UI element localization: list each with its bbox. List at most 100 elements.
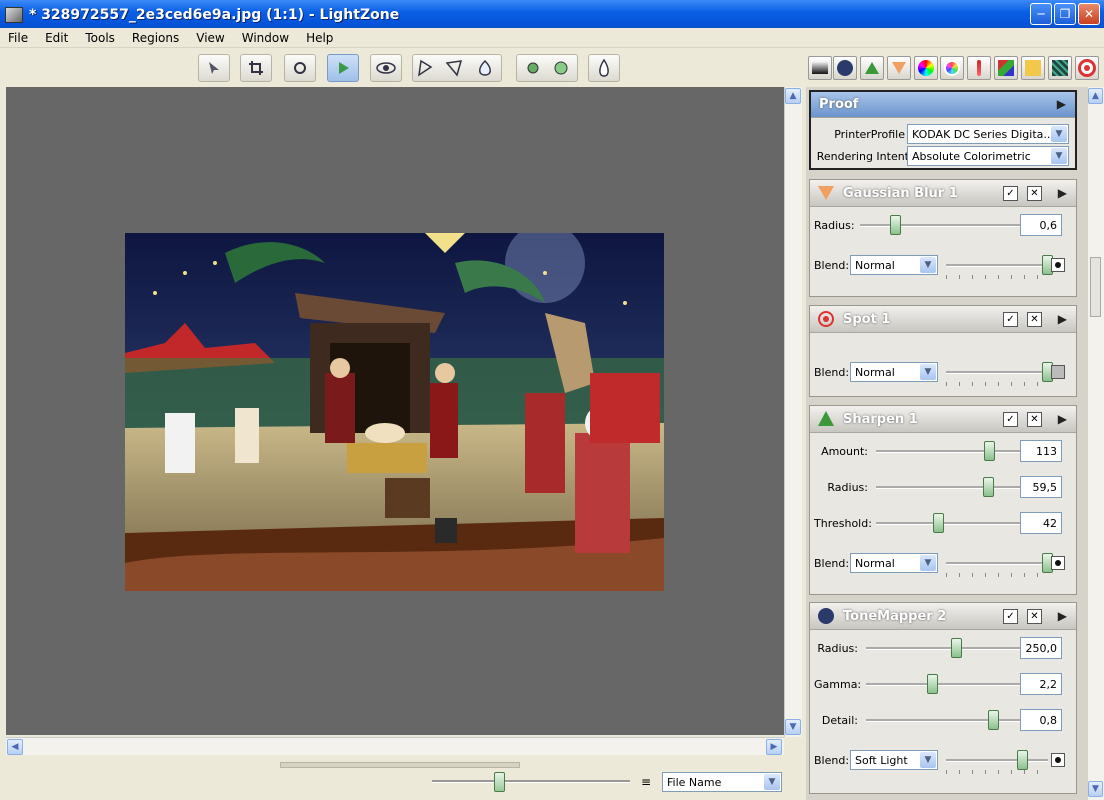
opacity-slider-thumb[interactable]: [1017, 750, 1028, 770]
expand-arrow-icon[interactable]: ▶: [1058, 609, 1067, 623]
zoom-slider-thumb[interactable]: [494, 772, 505, 792]
remove-icon[interactable]: ✕: [1027, 412, 1042, 427]
horizontal-scrollbar[interactable]: ◀ ▶: [6, 737, 784, 755]
expand-arrow-icon[interactable]: ▶: [1058, 186, 1067, 200]
menu-edit[interactable]: Edit: [37, 31, 77, 45]
mask-toggle-icon[interactable]: [1051, 258, 1065, 272]
rendering-intent-select[interactable]: Absolute Colorimetric ▼: [907, 146, 1069, 166]
expand-arrow-icon[interactable]: ▶: [1057, 97, 1066, 111]
expand-arrow-icon[interactable]: ▶: [1058, 312, 1067, 326]
mask-toggle-icon[interactable]: [1051, 365, 1065, 379]
menu-window[interactable]: Window: [234, 31, 298, 45]
mask-toggle-icon[interactable]: [1051, 753, 1065, 767]
menu-regions[interactable]: Regions: [124, 31, 188, 45]
blur-icon[interactable]: [887, 56, 911, 80]
enable-checkbox[interactable]: ✓: [1003, 312, 1018, 327]
printer-profile-select[interactable]: KODAK DC Series Digita... ▼: [907, 124, 1069, 144]
threshold-slider[interactable]: [876, 522, 1022, 525]
tonemapper-header[interactable]: ToneMapper 2 ✓ ✕ ▶: [810, 603, 1076, 630]
proof-header[interactable]: Proof ▶: [811, 92, 1075, 118]
threshold-slider-thumb[interactable]: [933, 513, 944, 533]
sort-select-value: File Name: [667, 776, 722, 789]
scroll-up-icon[interactable]: ▲: [785, 88, 801, 104]
radius-value[interactable]: 59,5: [1020, 476, 1062, 498]
menu-file[interactable]: File: [0, 31, 37, 45]
play-icon[interactable]: [327, 54, 359, 82]
blend-select[interactable]: Normal ▼: [850, 255, 938, 275]
vertical-scrollbar[interactable]: ▲ ▼: [784, 87, 802, 737]
opacity-slider[interactable]: [946, 371, 1048, 374]
enable-checkbox[interactable]: ✓: [1003, 412, 1018, 427]
expand-arrow-icon[interactable]: ▶: [1058, 412, 1067, 426]
detail-slider-thumb[interactable]: [988, 710, 999, 730]
close-button[interactable]: ✕: [1078, 3, 1100, 25]
scroll-up-icon[interactable]: ▲: [1088, 88, 1103, 104]
gaussian-blur-header[interactable]: Gaussian Blur 1 ✓ ✕ ▶: [810, 180, 1076, 207]
gamma-slider-thumb[interactable]: [927, 674, 938, 694]
eye-icon[interactable]: [370, 54, 402, 82]
tone-mapper-icon[interactable]: [833, 56, 857, 80]
opacity-slider[interactable]: [946, 562, 1048, 565]
enable-checkbox[interactable]: ✓: [1003, 186, 1018, 201]
opacity-slider[interactable]: [946, 264, 1048, 267]
scroll-thumb[interactable]: [1090, 257, 1101, 317]
mask-toggle-icon[interactable]: [1051, 556, 1065, 570]
remove-icon[interactable]: ✕: [1027, 186, 1042, 201]
menu-help[interactable]: Help: [298, 31, 342, 45]
menu-tools[interactable]: Tools: [77, 31, 124, 45]
spot-icon[interactable]: [1075, 56, 1099, 80]
detail-value[interactable]: 0,8: [1020, 709, 1062, 731]
radius-value[interactable]: 250,0: [1020, 637, 1062, 659]
spot-header[interactable]: Spot 1 ✓ ✕ ▶: [810, 306, 1076, 333]
restore-button[interactable]: ❐: [1054, 3, 1076, 25]
scroll-down-icon[interactable]: ▼: [785, 719, 801, 735]
region-tools[interactable]: [412, 54, 502, 82]
gamma-value[interactable]: 2,2: [1020, 673, 1062, 695]
temperature-icon[interactable]: [967, 56, 991, 80]
hue-saturation-icon[interactable]: [940, 56, 964, 80]
menu-view[interactable]: View: [188, 31, 233, 45]
zoom-slider-track[interactable]: [432, 780, 630, 783]
photo[interactable]: [125, 233, 664, 591]
blend-select[interactable]: Soft Light ▼: [850, 750, 938, 770]
minimize-button[interactable]: ─: [1030, 3, 1052, 25]
splitter-handle[interactable]: [280, 762, 520, 768]
radius-slider[interactable]: [876, 486, 1022, 489]
rotate-tool-icon[interactable]: [284, 54, 316, 82]
sharpen-icon[interactable]: [860, 56, 884, 80]
radius-slider-thumb[interactable]: [890, 215, 901, 235]
radius-slider-thumb[interactable]: [983, 477, 994, 497]
crop-tool-icon[interactable]: [240, 54, 272, 82]
color-balance-icon[interactable]: [914, 56, 938, 80]
tools-scrollbar[interactable]: ▲ ▼: [1088, 87, 1104, 800]
radius-slider[interactable]: [860, 224, 1022, 227]
amount-value[interactable]: 113: [1020, 440, 1062, 462]
radius-value[interactable]: 0,6: [1020, 214, 1062, 236]
image-canvas[interactable]: [6, 87, 784, 735]
scroll-left-icon[interactable]: ◀: [7, 739, 23, 755]
amount-slider[interactable]: [876, 450, 1022, 453]
scroll-right-icon[interactable]: ▶: [766, 739, 782, 755]
remove-icon[interactable]: ✕: [1027, 312, 1042, 327]
drop-icon[interactable]: [588, 54, 620, 82]
clone-tools[interactable]: [516, 54, 578, 82]
arrow-tool-icon[interactable]: [198, 54, 230, 82]
scroll-down-icon[interactable]: ▼: [1088, 781, 1103, 797]
radius-slider-thumb[interactable]: [951, 638, 962, 658]
zone-mapper-icon[interactable]: [808, 56, 832, 80]
sort-order-icon[interactable]: ≡: [641, 775, 651, 789]
blend-select[interactable]: Normal ▼: [850, 362, 938, 382]
sharpen-header[interactable]: Sharpen 1 ✓ ✕ ▶: [810, 406, 1076, 433]
blend-select[interactable]: Normal ▼: [850, 553, 938, 573]
enable-checkbox[interactable]: ✓: [1003, 609, 1018, 624]
sort-select[interactable]: File Name ▼: [662, 772, 782, 792]
opacity-slider[interactable]: [946, 759, 1048, 762]
radius-slider[interactable]: [866, 647, 1022, 650]
channel-mixer-icon[interactable]: [994, 56, 1018, 80]
gamma-slider[interactable]: [866, 683, 1022, 686]
threshold-value[interactable]: 42: [1020, 512, 1062, 534]
color-select-icon[interactable]: [1021, 56, 1045, 80]
amount-slider-thumb[interactable]: [984, 441, 995, 461]
noise-reduction-icon[interactable]: [1048, 56, 1072, 80]
remove-icon[interactable]: ✕: [1027, 609, 1042, 624]
